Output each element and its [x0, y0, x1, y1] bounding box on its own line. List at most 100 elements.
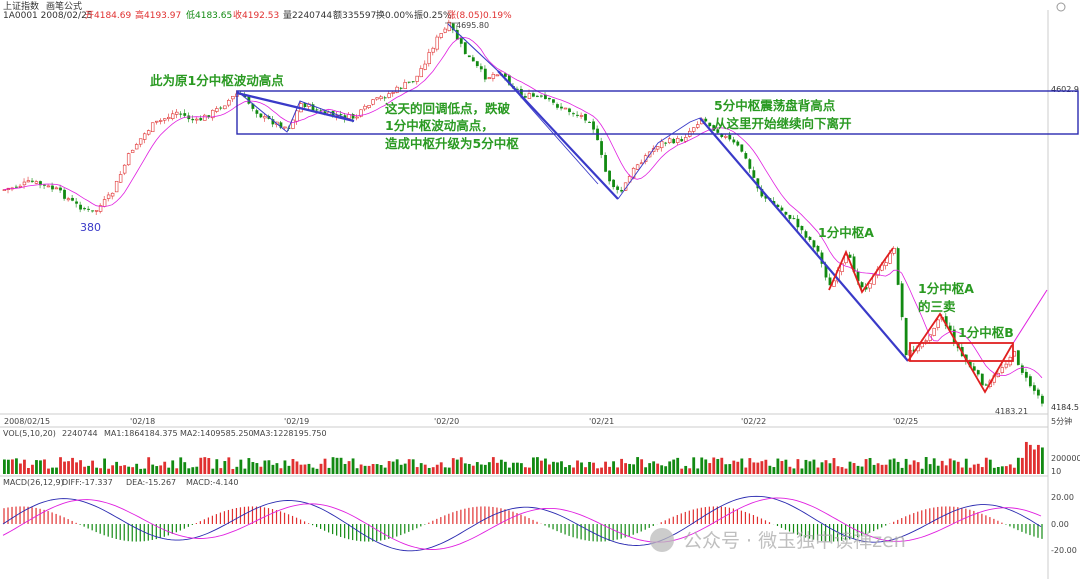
volume-bar: [616, 467, 619, 474]
volume-bar: [584, 467, 587, 474]
volume-bar: [796, 459, 800, 474]
candle-body: [1016, 350, 1020, 365]
candle-body: [150, 122, 155, 133]
open-value: 开4184.69: [85, 10, 131, 21]
volume-bar: [375, 464, 379, 474]
volume-bar: [892, 458, 896, 474]
volume-bar: [1028, 444, 1032, 474]
candle-body: [932, 327, 936, 336]
candle-body: [692, 127, 696, 132]
volume-bar: [576, 460, 579, 474]
volume-bar: [291, 458, 295, 474]
candle-body: [215, 108, 219, 112]
volume-bar: [163, 461, 167, 474]
volume-bar: [155, 466, 159, 474]
candle-body: [75, 201, 78, 204]
volume-bar: [896, 461, 900, 474]
candle-body: [1036, 389, 1040, 396]
volume-bar: [600, 467, 603, 474]
volume-bar: [648, 463, 652, 474]
volume-bar: [11, 459, 14, 474]
volume-bar: [79, 460, 82, 474]
volume-bar: [976, 463, 980, 474]
candle-body: [87, 208, 90, 210]
early-low-label: 380: [80, 221, 101, 234]
volume-bar: [840, 467, 844, 474]
candle-body: [556, 104, 559, 108]
candle-body: [191, 118, 195, 121]
candle-body: [724, 135, 728, 138]
candle-body: [118, 174, 123, 183]
candle-body: [860, 282, 864, 288]
vol-axis-200000: 200000: [1051, 454, 1080, 463]
volume-bar: [71, 457, 74, 474]
volume-bar: [31, 464, 34, 474]
volume-bar: [568, 465, 571, 474]
volume-bar: [147, 457, 151, 474]
volume-bar: [708, 463, 712, 474]
candle-body: [675, 138, 680, 143]
vol-ma2: MA2:1409585.250: [180, 429, 254, 438]
volume-bar: [564, 467, 567, 474]
candle-body: [740, 144, 744, 152]
volume-bar: [800, 468, 804, 474]
date-label-0215: 2008/02/15: [4, 417, 50, 426]
candle-body: [263, 116, 267, 119]
volume-bar: [1036, 444, 1040, 474]
volume-bar: [195, 466, 199, 474]
watermark: 公众号 · 微玉独中读禅zen: [650, 528, 906, 552]
volume-bar: [604, 461, 607, 474]
volume-bar: [199, 457, 203, 474]
volume-bar: [924, 457, 928, 474]
candle-body: [179, 113, 183, 115]
candle-body: [415, 75, 419, 82]
change-value: 涨(8.05)0.19%: [447, 10, 512, 21]
volume-bar: [868, 457, 872, 474]
volume-bar: [323, 458, 327, 474]
volume-bar: [303, 464, 307, 474]
candle-body: [367, 105, 371, 108]
volume-bar: [860, 466, 864, 474]
volume-bar: [928, 464, 932, 474]
candle-body: [572, 113, 575, 115]
candle-body: [195, 118, 199, 121]
volume-bar: [612, 461, 615, 474]
volume-bar: [992, 467, 996, 474]
candle-body: [54, 187, 59, 190]
volume-bar: [247, 458, 251, 474]
volume-bar: [299, 464, 303, 474]
volume-bar: [784, 459, 788, 474]
volume-bar: [848, 461, 852, 474]
volume-bar: [15, 458, 18, 474]
volume-bar: [628, 463, 632, 474]
volume-bar: [764, 459, 768, 474]
candle-body: [18, 185, 23, 188]
annotation-pullback-l2: 1分中枢波动高点，: [385, 118, 494, 133]
volume-bar: [552, 461, 555, 474]
volume-bar: [3, 459, 6, 474]
candle-body: [800, 225, 804, 231]
volume-bar: [379, 465, 383, 474]
volume-bar: [660, 465, 664, 474]
candle-body: [475, 61, 479, 67]
volume-bar: [139, 468, 143, 474]
volume-bar: [447, 467, 451, 474]
volume-bar: [279, 468, 283, 474]
volume-bar: [944, 465, 948, 474]
volume-bar: [103, 458, 106, 474]
low-price-label: 4183.21: [995, 407, 1028, 416]
volume-bar: [544, 458, 547, 474]
candle-body: [752, 170, 756, 178]
volume-bar: [880, 464, 884, 474]
volume-bar: [191, 467, 195, 474]
volume-bar: [63, 461, 66, 474]
volume-bar: [415, 467, 419, 474]
volume-bar: [335, 457, 339, 474]
volume-bar: [171, 460, 175, 474]
candle-body: [616, 186, 619, 190]
volume-bar: [327, 467, 331, 474]
candle-body: [808, 236, 812, 241]
volume-bar: [459, 457, 463, 474]
vol-value: 2240744: [62, 429, 98, 438]
candle-body: [203, 114, 207, 121]
